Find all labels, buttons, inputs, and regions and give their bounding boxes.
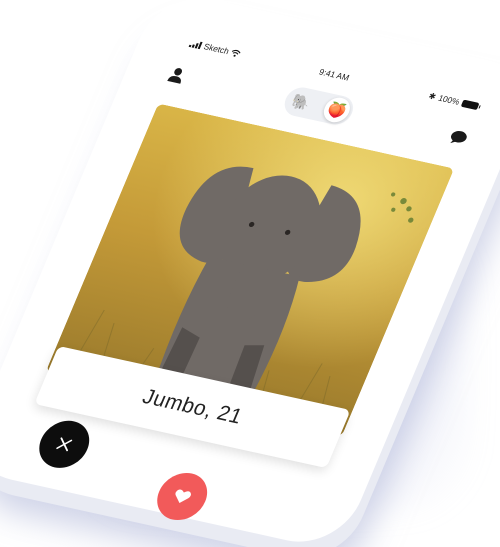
heart-icon xyxy=(175,489,191,503)
elephant-icon[interactable]: 🐘 xyxy=(284,87,318,116)
chat-bubble-icon[interactable] xyxy=(448,129,470,147)
close-icon xyxy=(56,437,73,452)
battery-icon xyxy=(460,99,480,111)
battery-percent: 100% xyxy=(436,93,461,107)
user-icon[interactable] xyxy=(166,65,189,85)
bluetooth-icon: ✱ xyxy=(427,91,438,102)
like-button[interactable] xyxy=(149,468,215,525)
wifi-icon xyxy=(232,50,241,57)
signal-icon xyxy=(188,40,203,50)
stage: Sketch 9:41 AM ✱ 100% 🐘 🍑 Jumbo, 21 xyxy=(0,0,500,547)
clock: 9:41 AM xyxy=(317,67,351,83)
carrier-name: Sketch xyxy=(202,41,231,57)
dislike-button[interactable] xyxy=(31,416,97,473)
peach-icon[interactable]: 🍑 xyxy=(319,95,354,125)
mode-toggle[interactable]: 🐘 🍑 xyxy=(280,84,358,128)
